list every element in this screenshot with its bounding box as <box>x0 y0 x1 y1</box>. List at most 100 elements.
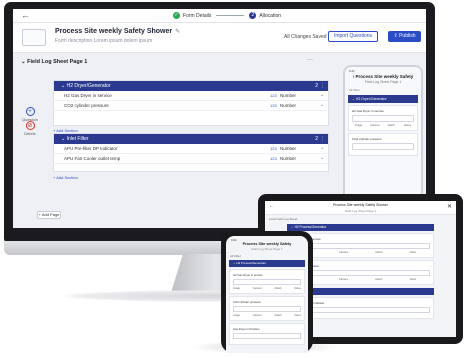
preview-question-card: CO2 cylinder pressure <box>348 133 418 156</box>
section-card: ⌄ Inlet Filter 2 ⋮ APU Pre-filter DP Ind… <box>53 133 329 172</box>
question-label: APU Fan Cooler outlet temp <box>64 156 121 161</box>
preview-answer-input[interactable] <box>352 115 414 122</box>
camera-icon[interactable]: Camera <box>368 124 381 127</box>
phone-question-card: Gas Dryer in Position <box>229 323 305 345</box>
close-icon[interactable]: ✕ <box>447 203 452 210</box>
add-section-link[interactable]: + Add Section <box>53 175 78 180</box>
attach-icon[interactable]: Attach <box>375 278 382 281</box>
question-label: H2 Gas Dryer in service <box>64 93 112 98</box>
phone-question-card: H2 Gas Dryer in service Image Camera Att… <box>229 269 305 294</box>
back-chevron-icon[interactable]: ‹ <box>353 74 355 79</box>
status-time: 9:41 <box>231 238 237 242</box>
preview-section-header[interactable]: ⌄ H2 Dryer/Generator <box>348 95 418 103</box>
chevron-down-icon[interactable]: ⌄ <box>320 102 324 108</box>
preview-answer-input[interactable] <box>352 143 414 150</box>
chevron-down-icon[interactable]: ⌄ <box>320 92 324 98</box>
section-header[interactable]: ⌄ Inlet Filter 2 ⋮ <box>54 134 328 144</box>
preview-action-icons: Image Camera Attach Notes <box>352 124 414 127</box>
step-allocation[interactable]: Allocation <box>259 13 281 19</box>
phone-answer-input[interactable] <box>233 306 301 312</box>
question-row[interactable]: APU Fan Cooler outlet temp 123 Number ⌄ <box>54 154 328 164</box>
attach-icon[interactable]: Attach <box>275 314 282 317</box>
step-form-details[interactable]: Form Details <box>183 13 211 19</box>
back-arrow-icon[interactable]: ← <box>21 10 30 20</box>
top-bar: ← ✓ Form Details 2 Allocation <box>13 9 426 23</box>
number-type-icon: 123 <box>270 93 277 98</box>
preview-title-text: Process Site weekly Safety <box>355 74 414 79</box>
tablet-subtitle: Field Log Sheet Page 1 <box>344 209 377 213</box>
publish-button[interactable]: ⇪ Publish <box>388 31 421 42</box>
more-icon[interactable]: ⋮ <box>320 134 325 144</box>
chevron-down-icon[interactable]: ⌄ <box>320 145 324 151</box>
section-title: H2 Dryer/Generator <box>66 83 111 89</box>
preview-question-label: H2 Gas Dryer in service <box>352 109 384 113</box>
phone-question-card: CO2 cylinder pressure Image Camera Attac… <box>229 296 305 321</box>
camera-icon[interactable]: Camera <box>253 287 262 290</box>
notes-icon[interactable]: Notes <box>410 278 417 281</box>
chevron-down-icon[interactable]: ⌄ <box>21 59 26 65</box>
question-row[interactable]: H2 Gas Dryer in service 123 Number ⌄ <box>54 91 328 101</box>
more-icon[interactable]: ··· <box>307 57 313 63</box>
tablet-title: Process Site weekly Safety Shower <box>332 203 389 207</box>
phone-answer-input[interactable] <box>233 333 301 339</box>
preview-section-title: H2 Dryer/Generator <box>355 97 387 101</box>
response-type-select[interactable]: Number <box>280 156 296 161</box>
question-label: CO2 cylinder pressure <box>64 103 109 108</box>
attach-icon[interactable]: Attach <box>275 287 282 290</box>
add-page-label: Add Page <box>41 212 60 217</box>
attach-icon[interactable]: Attach <box>375 251 382 254</box>
phone-question-label: CO2 cylinder pressure <box>233 300 261 304</box>
tablet-section-header[interactable]: ⌄ H2 Process/Generator <box>287 224 434 231</box>
notes-icon[interactable]: Notes <box>294 314 301 317</box>
tablet-filter[interactable]: Look Field Log Sheet <box>269 217 456 221</box>
form-logo-placeholder[interactable] <box>22 29 46 46</box>
more-icon[interactable]: ⋮ <box>320 81 325 91</box>
phone-action-icons: Image Camera Attach Notes <box>233 287 301 290</box>
phone-screen: 9:41 Process Site weekly Safety Field Lo… <box>226 236 308 353</box>
status-time: 9:41 <box>349 69 355 73</box>
sheet-title[interactable]: ⌄ Field Log Sheet Page 1 <box>21 59 87 65</box>
preview-filter[interactable]: All Filter <box>349 88 421 92</box>
image-icon[interactable]: Image <box>352 124 365 127</box>
chevron-down-icon[interactable]: ⌄ <box>320 155 324 161</box>
camera-icon[interactable]: Camera <box>339 278 348 281</box>
response-type-select[interactable]: Number <box>280 93 296 98</box>
section-header[interactable]: ⌄ H2 Dryer/Generator 2 ⋮ <box>54 81 328 91</box>
notes-icon[interactable]: Notes <box>410 251 417 254</box>
phone-filter[interactable]: All Filter <box>230 254 308 258</box>
attach-icon[interactable]: Attach <box>385 124 398 127</box>
phone-answer-input[interactable] <box>233 279 301 285</box>
camera-icon[interactable]: Camera <box>339 251 348 254</box>
mobile-preview: 9:41 ‹ Process Site weekly Safety Field … <box>343 65 423 215</box>
add-question-tool[interactable]: + Question <box>21 107 39 122</box>
step-number-icon: 2 <box>249 12 257 19</box>
phone-question-label: H2 Gas Dryer in service <box>233 273 263 277</box>
phone-section-header[interactable]: ⌄ H2 Process/Generator <box>229 260 305 267</box>
notes-icon[interactable]: Notes <box>401 124 414 127</box>
import-questions-button[interactable]: Import Questions <box>328 31 378 42</box>
notes-icon[interactable]: Notes <box>294 287 301 290</box>
form-description[interactable]: Form description Lorem ipsum dolem ipsum <box>55 38 152 44</box>
stepper: ✓ Form Details 2 Allocation <box>173 12 281 19</box>
response-type-select[interactable]: Number <box>280 146 296 151</box>
form-title[interactable]: Process Site weekly Safety Shower ✎ <box>55 28 180 35</box>
question-row[interactable]: APU Pre-filter DP Indicator 123 Number ⌄ <box>54 144 328 154</box>
image-icon[interactable]: Image <box>233 314 240 317</box>
add-page-button[interactable]: + Add Page <box>37 211 61 219</box>
image-icon[interactable]: Image <box>233 287 240 290</box>
camera-icon[interactable]: Camera <box>253 314 262 317</box>
delete-tool[interactable]: ⊘ Delete <box>21 121 39 136</box>
sheet-title-text: Field Log Sheet Page 1 <box>27 59 88 65</box>
preview-question-label: CO2 cylinder pressure <box>352 137 382 141</box>
plus-icon: + <box>25 107 35 116</box>
sheet-row[interactable]: ⌄ Field Log Sheet Page 1 ··· <box>13 57 316 69</box>
phone-section-title: H2 Process/Generator <box>236 261 267 265</box>
form-title-text: Process Site weekly Safety Shower <box>55 28 173 35</box>
number-type-icon: 123 <box>270 156 277 161</box>
question-row[interactable]: CO2 cylinder pressure 123 Number ⌄ <box>54 101 328 111</box>
add-section-label: Add Section <box>56 175 78 180</box>
step-connector <box>216 15 245 16</box>
save-status: All Changes Saved <box>284 34 327 40</box>
response-type-select[interactable]: Number <box>280 103 296 108</box>
pencil-icon[interactable]: ✎ <box>175 29 180 35</box>
